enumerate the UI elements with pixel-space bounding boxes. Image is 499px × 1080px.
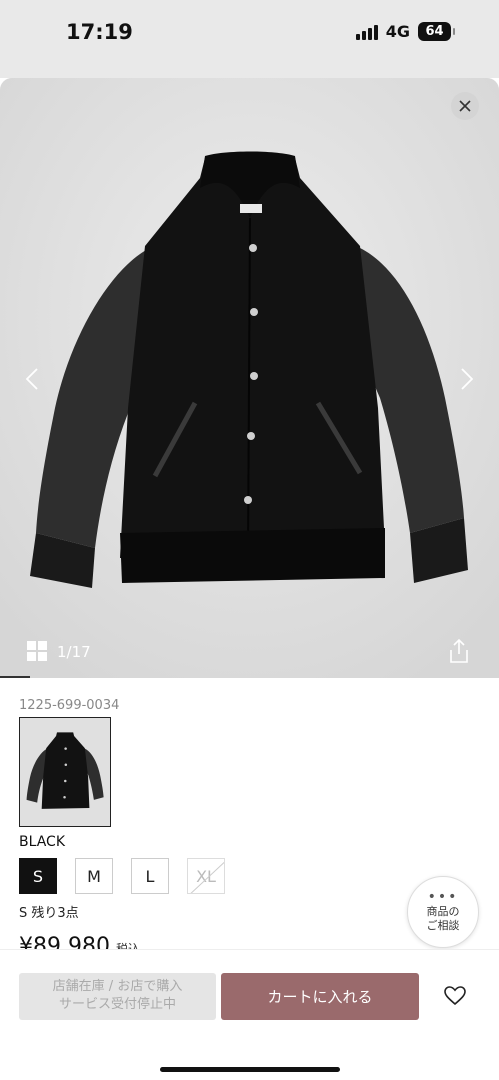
battery-icon: 64	[418, 22, 455, 41]
share-button[interactable]	[447, 638, 471, 664]
more-dots-icon: •••	[427, 889, 459, 905]
home-indicator	[160, 1067, 340, 1072]
stock-remaining: S 残り3点	[19, 906, 79, 921]
consult-button[interactable]: ••• 商品の ご相談	[407, 876, 479, 948]
bottom-action-bar: 店舗在庫 / お店で購入 サービス受付停止中 カートに入れる	[0, 949, 499, 1080]
color-swatch-thumbnail[interactable]	[19, 717, 111, 827]
product-code: 1225-699-0034	[19, 698, 120, 713]
prev-image-button[interactable]	[22, 364, 42, 394]
network-type: 4G	[385, 22, 410, 41]
size-option-m[interactable]: M	[75, 858, 113, 894]
close-icon	[459, 100, 471, 112]
size-option-l[interactable]: L	[131, 858, 169, 894]
gallery-progress	[0, 676, 30, 678]
store-stock-button[interactable]: 店舗在庫 / お店で購入 サービス受付停止中	[19, 973, 216, 1020]
close-button[interactable]	[451, 92, 479, 120]
color-name: BLACK	[19, 834, 66, 850]
store-button-line2: サービス受付停止中	[58, 997, 176, 1012]
share-icon	[450, 638, 468, 663]
status-bar: 17:19 4G 64	[0, 0, 499, 78]
consult-label: 商品の ご相談	[426, 905, 460, 932]
signal-icon	[355, 24, 378, 40]
size-selector: S M L XL	[19, 858, 225, 894]
add-to-cart-button[interactable]: カートに入れる	[221, 973, 419, 1020]
thumbnail-image	[20, 718, 110, 826]
image-counter: 1/17	[57, 643, 91, 661]
favorite-button[interactable]	[444, 986, 466, 1006]
product-sheet: 1/17 1225-699-0034 BLACK S M L XL S 残り3点…	[0, 78, 499, 1080]
chevron-left-icon	[26, 368, 38, 390]
size-option-s[interactable]: S	[19, 858, 57, 894]
next-image-button[interactable]	[457, 364, 477, 394]
store-button-line1: 店舗在庫 / お店で購入	[52, 979, 183, 994]
grid-icon[interactable]	[27, 641, 47, 661]
product-image-gallery[interactable]: 1/17	[0, 78, 499, 678]
product-image	[0, 78, 499, 678]
status-indicators: 4G 64	[355, 22, 455, 41]
size-option-xl[interactable]: XL	[187, 858, 225, 894]
heart-icon	[444, 986, 466, 1006]
chevron-right-icon	[461, 368, 473, 390]
status-time: 17:19	[66, 20, 133, 44]
